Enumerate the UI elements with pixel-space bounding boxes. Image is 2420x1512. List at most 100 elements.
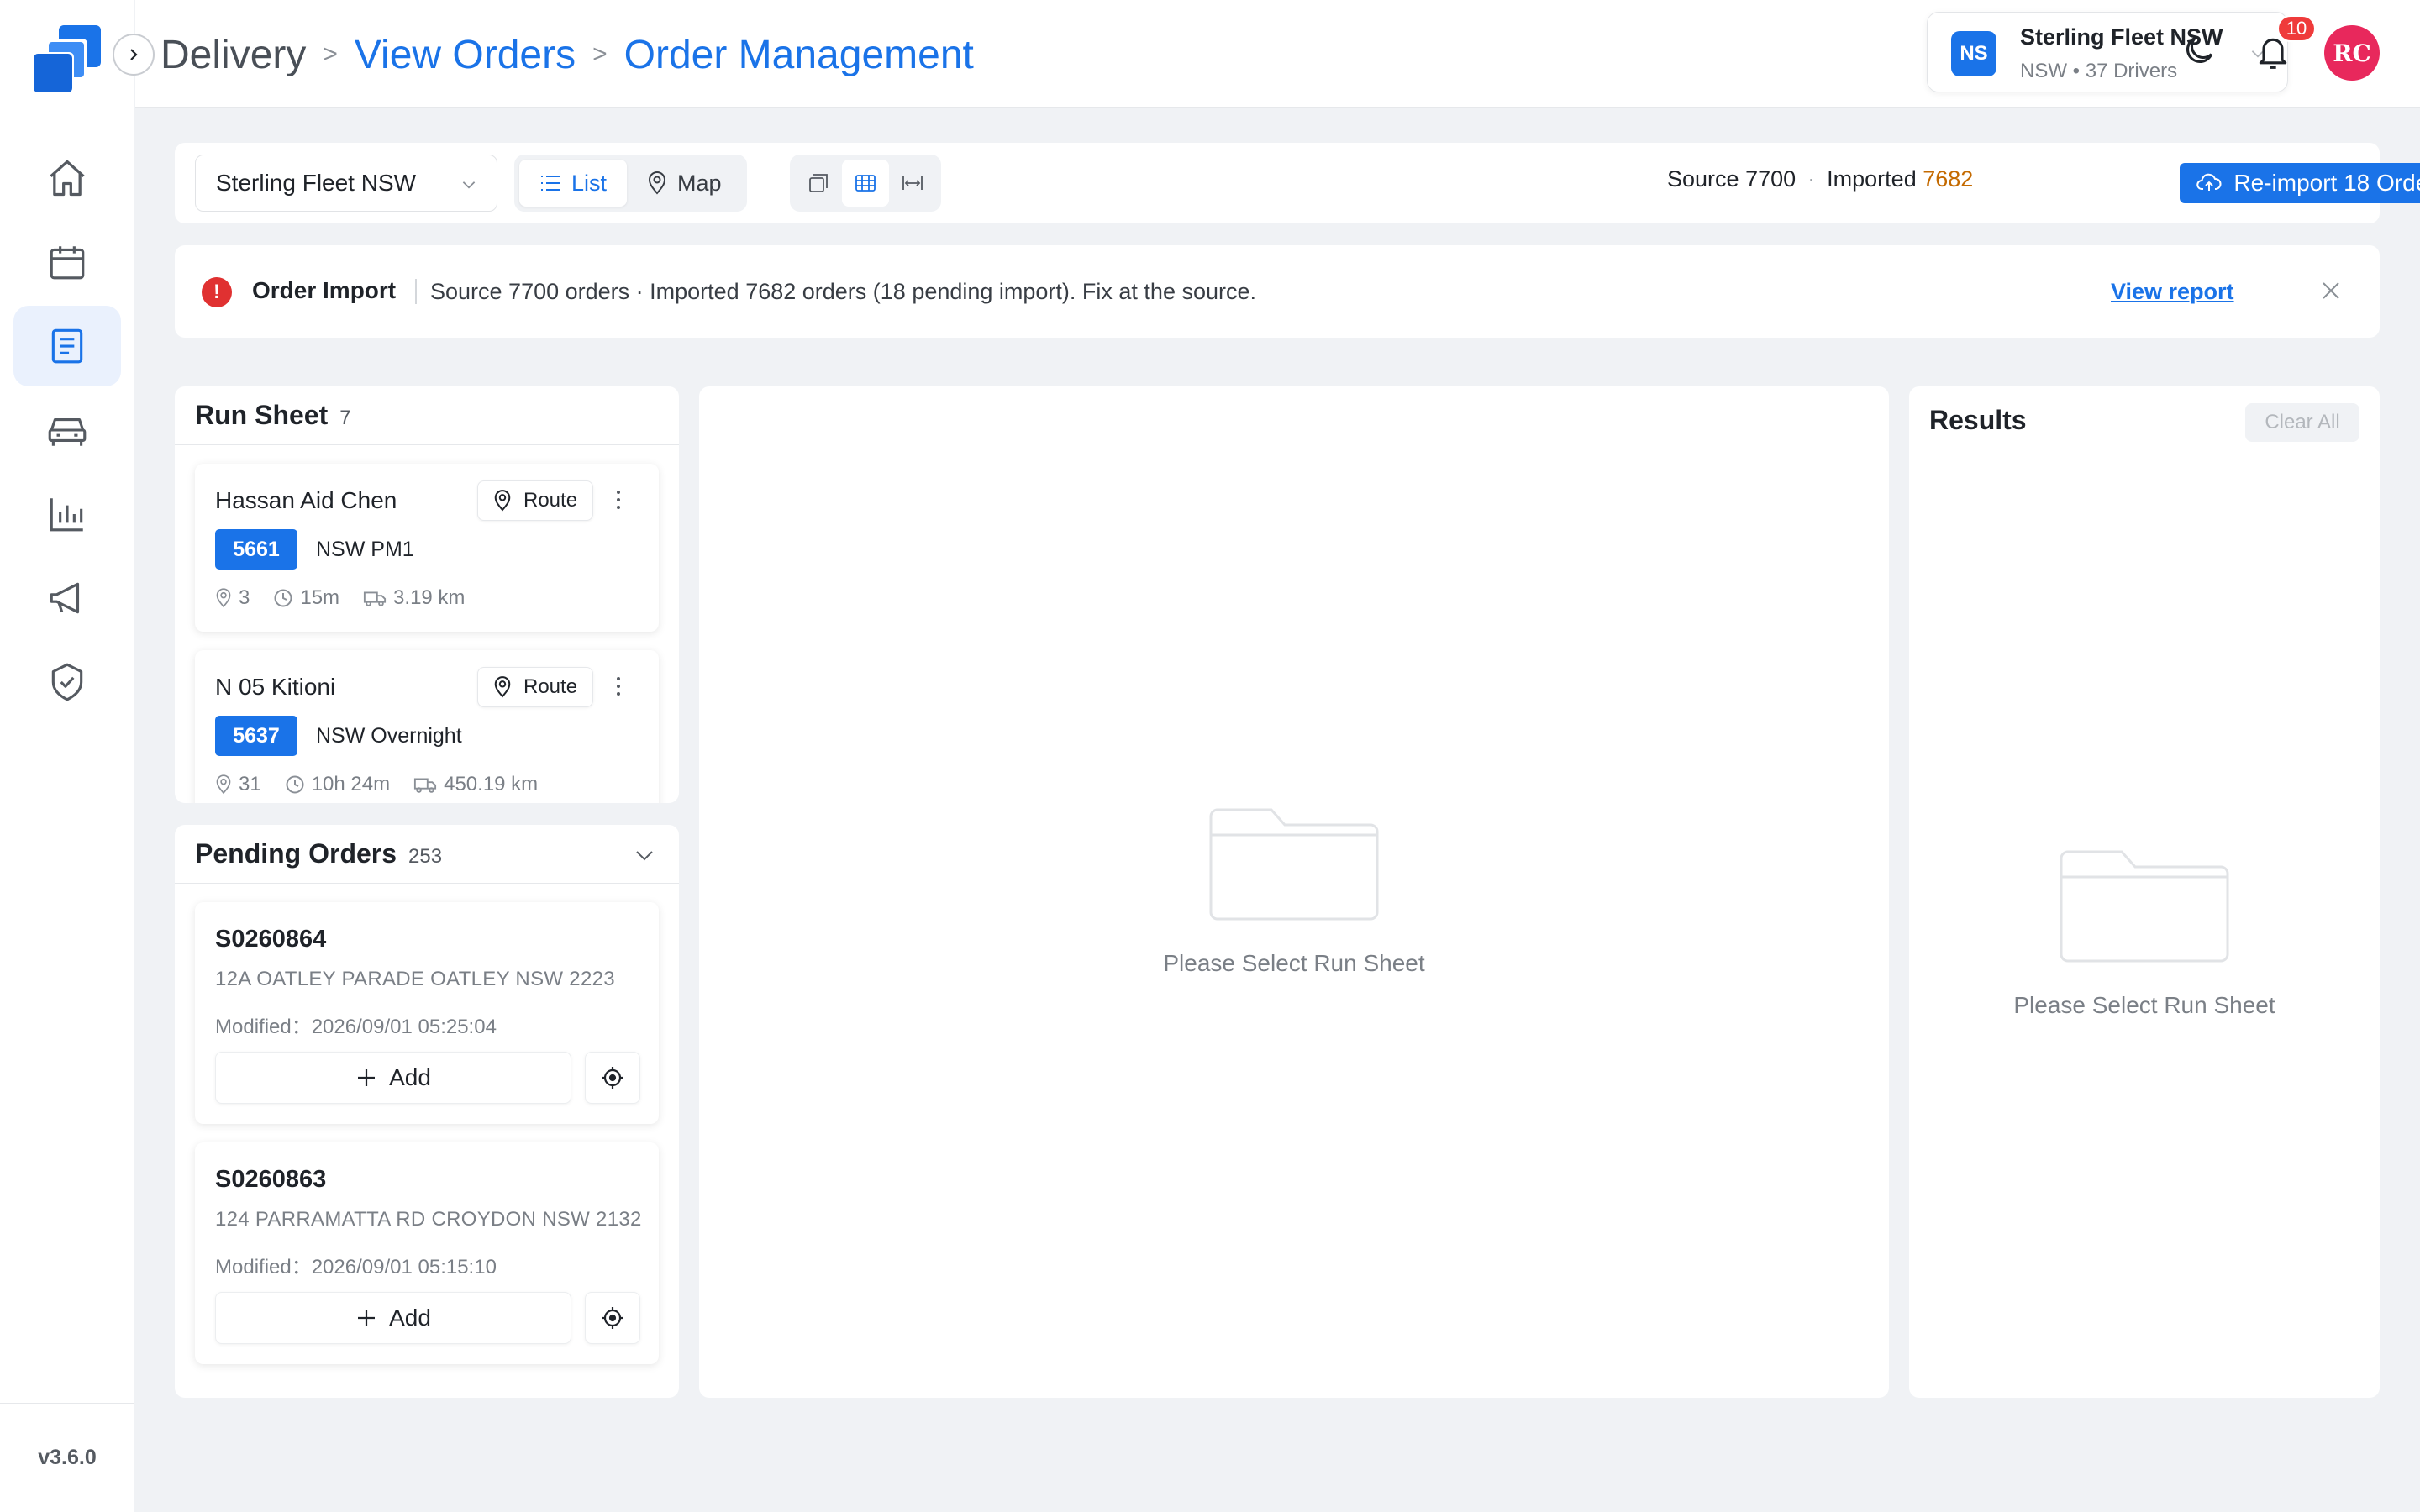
pending-orders-count: 253 [408, 845, 443, 868]
clock-icon [273, 588, 293, 608]
route-label: Route [523, 675, 578, 698]
fleet-select[interactable]: Sterling Fleet NSW [195, 155, 497, 212]
divider [415, 279, 417, 304]
stops-count: 31 [239, 773, 261, 795]
pending-order-card[interactable]: S0260863 124 PARRAMATTA RD CROYDON NSW 2… [195, 1142, 659, 1364]
view-report-link[interactable]: View report [2111, 279, 2234, 305]
empty-state: Please Select Run Sheet [1126, 805, 1462, 977]
shield-icon [46, 660, 88, 704]
stops-icon [215, 588, 232, 608]
layout-card-button[interactable] [795, 160, 842, 207]
source-label: Source 7700 [1667, 166, 1797, 192]
route-button[interactable]: Route [477, 667, 594, 707]
run-meta: 31 10h 24m 450.19 km [215, 773, 538, 796]
add-label: Add [389, 1064, 431, 1090]
empty-folder-icon [1207, 805, 1381, 922]
tab-map-view[interactable]: Map [627, 160, 742, 207]
order-address: 12A OATLEY PARADE OATLEY NSW 2223 [215, 968, 615, 990]
run-sheet-header: Run Sheet 7 [175, 386, 679, 445]
run-sheet-detail-panel: Please Select Run Sheet [699, 386, 1889, 1398]
app-logo[interactable] [29, 22, 106, 96]
route-label: Route [523, 489, 578, 512]
layout-width-button[interactable] [889, 160, 936, 207]
route-button[interactable]: Route [477, 480, 594, 521]
run-sheet-card[interactable]: Hassan Aid Chen Route 5661 NSW PM1 3 15m… [195, 464, 659, 632]
locate-icon [600, 1305, 625, 1331]
breadcrumb-order-management[interactable]: Order Management [624, 32, 974, 78]
error-icon: ! [202, 277, 232, 307]
chevron-right-icon [125, 46, 142, 63]
layout-table-button[interactable] [842, 160, 889, 207]
empty-message: Please Select Run Sheet [1163, 950, 1425, 976]
app-version: v3.6.0 [0, 1403, 134, 1512]
clear-all-button[interactable]: Clear All [2245, 403, 2360, 442]
map-pin-icon [493, 490, 512, 512]
order-id: S0260864 [215, 926, 327, 953]
distance: 3.19 km [393, 586, 466, 609]
card-menu-icon[interactable] [615, 675, 622, 697]
dark-mode-icon[interactable] [2181, 32, 2217, 69]
sidebar-item-orders[interactable] [13, 306, 121, 386]
driver-name: Hassan Aid Chen [215, 487, 397, 513]
empty-message: Please Select Run Sheet [2013, 992, 2275, 1018]
run-id-badge: 5637 [215, 716, 297, 756]
add-label: Add [389, 1305, 431, 1331]
import-stats: Source 7700 · Imported 7682 [1667, 166, 1973, 192]
fit-width-icon [901, 173, 924, 193]
run-id-badge: 5661 [215, 529, 297, 570]
run-sheet-panel: Run Sheet 7 Hassan Aid Chen Route 5661 NS… [175, 386, 679, 803]
breadcrumb-view-orders[interactable]: View Orders [355, 32, 576, 78]
locate-icon [600, 1065, 625, 1090]
breadcrumb-separator: > [592, 40, 608, 68]
order-modified: Modified：2026/09/01 05:15:10 [215, 1256, 497, 1278]
pending-orders-header[interactable]: Pending Orders 253 [175, 825, 679, 884]
calendar-icon [46, 241, 88, 283]
fleet-switcher[interactable]: NS Sterling Fleet NSW NSW • 37 Drivers [1927, 12, 2288, 92]
alert-message: Source 7700 orders · Imported 7682 order… [430, 279, 1257, 304]
stops-icon [215, 774, 232, 795]
add-order-button[interactable]: Add [215, 1052, 571, 1104]
tab-list-view[interactable]: List [519, 160, 628, 207]
table-icon [855, 173, 876, 193]
sidebar-toggle-button[interactable] [113, 34, 155, 76]
locate-order-button[interactable] [585, 1052, 640, 1104]
locate-order-button[interactable] [585, 1292, 640, 1344]
user-avatar[interactable]: RC [2324, 25, 2380, 81]
order-import-alert: ! Order Import Source 7700 orders · Impo… [175, 245, 2380, 338]
chevron-down-icon[interactable] [634, 847, 655, 865]
sidebar-item-vehicles[interactable] [13, 390, 121, 470]
reports-icon [46, 493, 88, 535]
notification-badge: 10 [2277, 15, 2316, 42]
fleet-subtitle: NSW • 37 Drivers [2020, 60, 2178, 82]
sidebar-item-reports[interactable] [13, 474, 121, 554]
close-icon[interactable] [2319, 279, 2343, 302]
sidebar-item-home[interactable] [13, 138, 121, 218]
map-pin-icon [493, 676, 512, 698]
add-order-button[interactable]: Add [215, 1292, 571, 1344]
order-address: 124 PARRAMATTA RD CROYDON NSW 2132 [215, 1208, 642, 1231]
map-pin-icon [647, 171, 667, 195]
duration: 15m [300, 586, 340, 609]
run-zone: NSW PM1 [316, 538, 414, 561]
run-sheet-title: Run Sheet 7 [195, 400, 351, 430]
run-sheet-card[interactable]: N 05 Kitioni Route 5637 NSW Overnight 31… [195, 650, 659, 803]
breadcrumb-delivery[interactable]: Delivery [160, 32, 306, 78]
truck-icon [363, 589, 387, 607]
card-menu-icon[interactable] [615, 489, 622, 511]
view-toggle: List Map [514, 155, 747, 212]
reimport-orders-button[interactable]: Re-import 18 Orders [2180, 163, 2420, 203]
vehicle-icon [45, 409, 90, 451]
home-icon [45, 156, 89, 200]
sidebar-item-security[interactable] [13, 642, 121, 722]
distance: 450.19 km [444, 773, 539, 795]
sidebar-item-announcements[interactable] [13, 558, 121, 638]
empty-state: Please Select Run Sheet [1976, 847, 2312, 1019]
reimport-label: Re-import 18 Orders [2233, 170, 2420, 196]
cloud-upload-icon [2196, 172, 2222, 194]
pending-order-card[interactable]: S0260864 12A OATLEY PARADE OATLEY NSW 22… [195, 902, 659, 1124]
fleet-select-value: Sterling Fleet NSW [216, 170, 417, 196]
alert-title: Order Import [252, 277, 397, 303]
duration: 10h 24m [311, 773, 391, 795]
sidebar-item-calendar[interactable] [13, 222, 121, 302]
pending-orders-panel: Pending Orders 253 S0260864 12A OATLEY PA… [175, 825, 679, 1398]
